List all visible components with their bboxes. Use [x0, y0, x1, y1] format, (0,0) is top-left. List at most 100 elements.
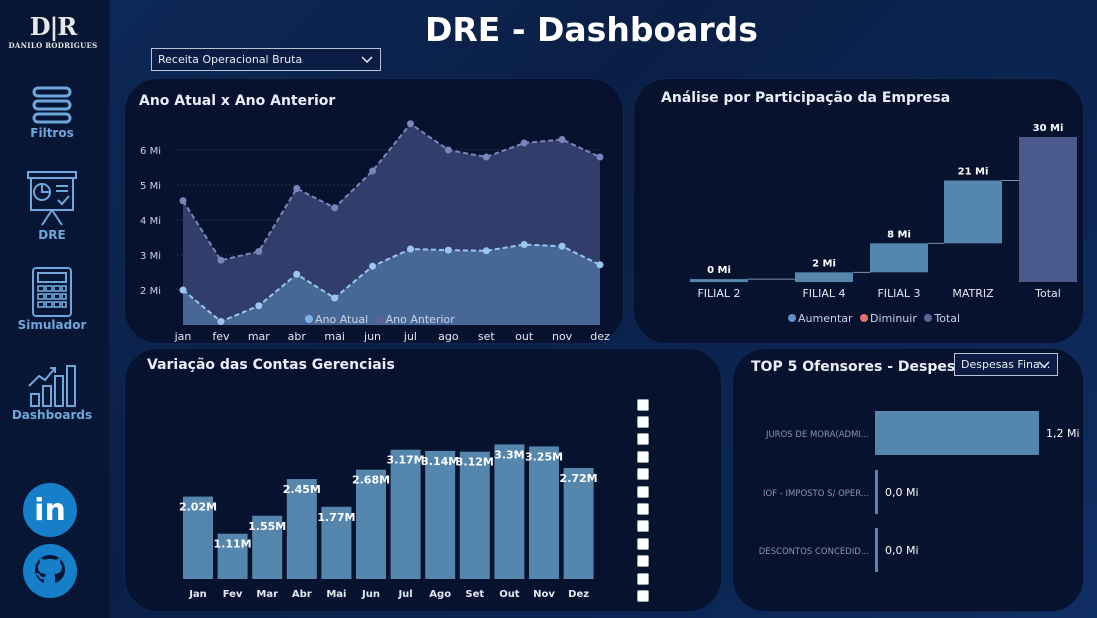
slicer-label: jul/18	[651, 502, 685, 517]
data-point	[255, 248, 263, 255]
checkbox[interactable]	[637, 537, 649, 550]
legend-item-ano-anterior[interactable]: Ano Anterior	[375, 313, 455, 326]
x-tick-label: out	[515, 330, 534, 343]
waterfall-chart: 0 Mi FILIAL 2 2 Mi FILIAL 4 8 Mi FILIAL 3 21 M…	[690, 123, 1077, 300]
data-label: 3.14M	[421, 455, 459, 468]
data-label: 30 Mi	[1033, 123, 1064, 134]
x-tick-label: set	[478, 330, 495, 343]
x-tick-label: Nov	[533, 589, 555, 600]
linkedin-button[interactable]: in	[23, 483, 77, 537]
checkbox[interactable]	[637, 572, 649, 585]
checkbox[interactable]	[637, 555, 649, 568]
y-tick-label: JUROS DE MORA(ADMI...	[765, 430, 869, 440]
slicer-item[interactable]: nov/18	[637, 570, 707, 587]
slicer-item[interactable]: jul/18	[637, 500, 707, 517]
nav-label: Filtros	[30, 126, 74, 140]
x-tick-label: FILIAL 2	[697, 287, 740, 300]
x-tick-label: Dez	[568, 589, 589, 600]
slicer-item[interactable]: jan/18	[637, 396, 707, 413]
legend-item-diminuir[interactable]: Diminuir	[860, 312, 917, 325]
data-point	[179, 197, 187, 205]
data-point	[520, 241, 528, 248]
waterfall-bar-matriz	[944, 180, 1002, 244]
waterfall-legend: Aumentar Diminuir Total	[788, 312, 964, 325]
legend-item-aumentar[interactable]: Aumentar	[788, 312, 853, 325]
checkbox[interactable]	[637, 503, 649, 516]
slicer-item[interactable]: mar/18	[637, 431, 707, 448]
x-tick-label: abr	[288, 330, 307, 343]
area-chart: 2 Mi 3 Mi 4 Mi 5 Mi 6 Mi jan fev mar abr mai jun ju…	[140, 120, 610, 343]
x-tick-label: Fev	[223, 589, 243, 600]
legend-item-ano-atual[interactable]: Ano Atual	[305, 313, 368, 326]
x-tick-label: FILIAL 3	[877, 287, 920, 300]
hbar	[875, 470, 878, 514]
legend-label: Diminuir	[870, 312, 917, 325]
checkbox[interactable]	[637, 520, 649, 533]
nav-dre[interactable]: DRE	[0, 170, 104, 242]
checkbox[interactable]	[637, 433, 649, 446]
y-tick-label: IOF - IMPOSTO S/ OPER...	[763, 489, 869, 499]
top5-bar-chart: JUROS DE MORA(ADMI... 1,2 Mi IOF - IMPOSTO…	[759, 411, 1080, 572]
y-tick-label: 4 Mi	[140, 216, 161, 227]
nav-label: DRE	[38, 228, 66, 242]
legend-item-total[interactable]: Total	[924, 312, 960, 325]
data-label: 1.11M	[214, 538, 252, 551]
area-legend: Ano Atual Ano Anterior	[305, 313, 459, 326]
checkbox[interactable]	[637, 450, 649, 463]
data-point	[558, 136, 566, 143]
slicer-item[interactable]: out/18	[637, 553, 707, 570]
data-point	[331, 294, 339, 302]
y-tick-label: 6 Mi	[140, 146, 161, 157]
y-tick-label: 3 Mi	[140, 251, 161, 262]
github-icon	[35, 555, 65, 583]
slicer-label: dez/18	[651, 588, 692, 603]
checkbox[interactable]	[637, 468, 649, 481]
slicer-label: out/18	[651, 554, 690, 569]
github-button[interactable]	[23, 544, 77, 598]
expense-select[interactable]: Despesas Fina...	[954, 353, 1058, 376]
data-label: 2.02M	[179, 501, 217, 514]
checkbox[interactable]	[637, 416, 649, 429]
data-point	[406, 245, 414, 253]
bar-out	[494, 444, 525, 579]
logo-name: DANILO RODRIGUES	[8, 41, 98, 50]
sidebar: D|R DANILO RODRIGUES Filtros DRE Simulad…	[0, 0, 110, 618]
data-point	[444, 146, 452, 154]
y-tick-label: DESCONTOS CONCEDID...	[759, 547, 869, 557]
x-tick-label: Jan	[188, 589, 207, 600]
slicer-item[interactable]: ago/18	[637, 518, 707, 535]
nav-filtros[interactable]: Filtros	[0, 86, 104, 140]
data-point	[293, 270, 301, 278]
metric-select[interactable]: Receita Operacional Bruta	[151, 48, 381, 71]
nav-simulador[interactable]: Simulador	[0, 266, 104, 332]
nav-dashboards[interactable]: Dashboards	[0, 360, 104, 422]
x-tick-label: FILIAL 4	[802, 287, 845, 300]
presentation-chart-icon	[27, 171, 77, 226]
y-tick-label: 5 Mi	[140, 181, 161, 192]
slicer-item[interactable]: jun/18	[637, 483, 707, 500]
slicer-item[interactable]: abr/18	[637, 448, 707, 465]
checkbox[interactable]	[637, 398, 649, 411]
slicer-item[interactable]: dez/18	[637, 587, 707, 604]
legend-label: Ano Anterior	[385, 313, 455, 326]
data-label: 1,2 Mi	[1046, 427, 1080, 440]
legend-dot	[305, 315, 313, 323]
data-label: 2.45M	[283, 483, 321, 496]
slicer-item[interactable]: set/18	[637, 535, 707, 552]
x-tick-label: nov	[552, 330, 573, 343]
x-tick-label: Abr	[292, 589, 312, 600]
slicer-item[interactable]: fev/18	[637, 413, 707, 430]
data-label: 21 Mi	[958, 167, 989, 178]
bar-chart-panel: Variação das Contas Gerenciais 2.02M Jan 1…	[124, 348, 722, 612]
hbar	[875, 528, 878, 572]
checkbox[interactable]	[637, 589, 649, 602]
data-label: 3.25M	[525, 450, 563, 463]
checkbox[interactable]	[637, 485, 649, 498]
hbar	[875, 411, 1039, 455]
slicer-item[interactable]: mai/18	[637, 466, 707, 483]
nav-label: Dashboards	[11, 408, 93, 422]
data-label: 0,0 Mi	[885, 544, 919, 557]
data-point	[293, 185, 301, 192]
x-tick-label: MATRIZ	[952, 287, 994, 300]
x-tick-label: mai	[324, 330, 345, 343]
